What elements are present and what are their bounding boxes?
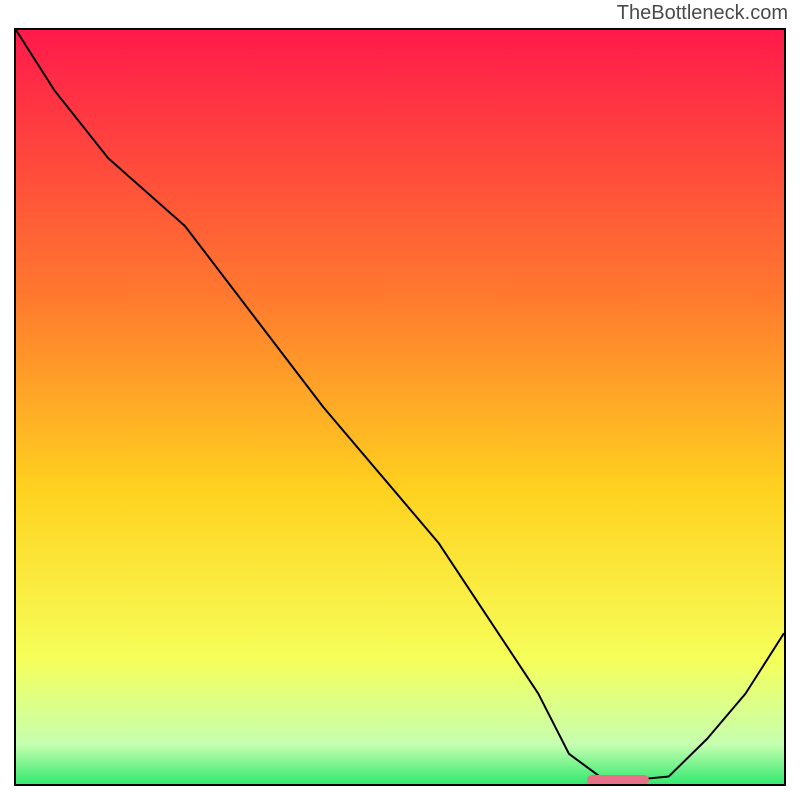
curve-path xyxy=(16,30,784,780)
optimal-range-marker xyxy=(587,775,649,785)
chart-container xyxy=(14,28,786,786)
watermark-text: TheBottleneck.com xyxy=(617,2,788,25)
bottleneck-curve xyxy=(16,30,784,784)
